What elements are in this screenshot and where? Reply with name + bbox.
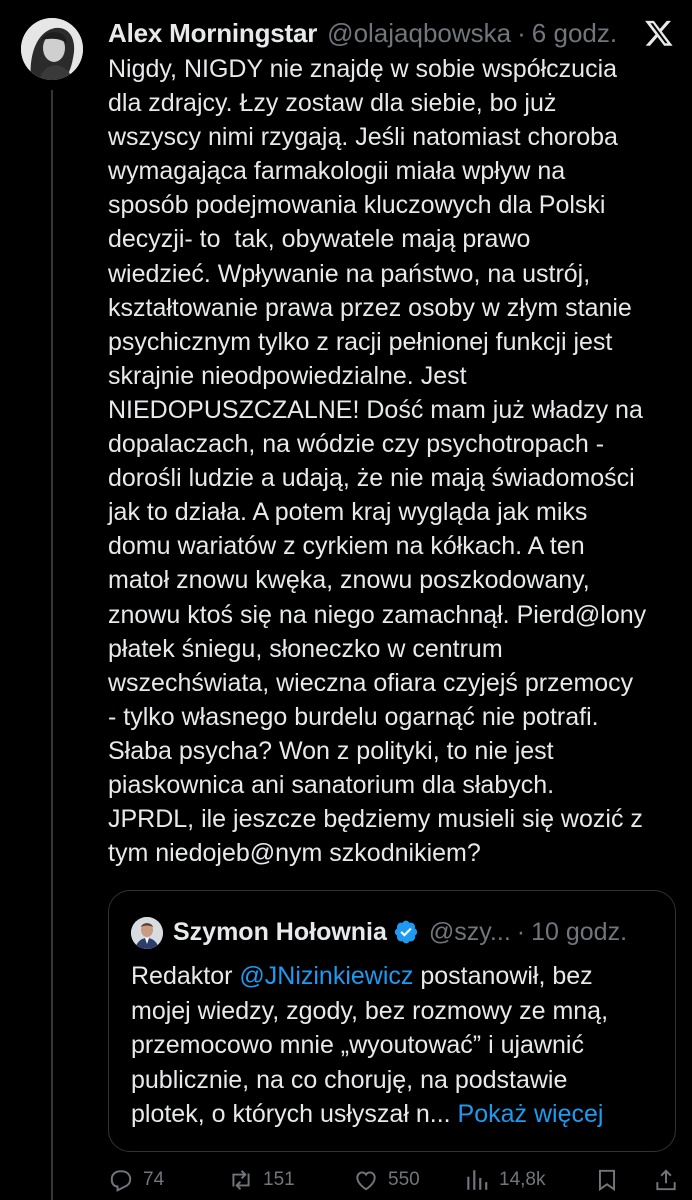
tweet-line: dorośli ludzie a udają, że nie mają świa… <box>108 464 635 493</box>
x-logo-icon[interactable] <box>643 18 675 48</box>
separator-dot: · <box>517 17 526 48</box>
heart-icon <box>356 1171 376 1191</box>
author-name[interactable]: Alex Morningstar <box>108 18 317 49</box>
quoted-tweet[interactable]: Szymon Hołownia @szy... · 10 godz. Redak… <box>108 890 676 1152</box>
quoted-text-segment: postanowił, bez <box>413 962 593 990</box>
action-bar: 74 151 550 14,8k <box>108 1163 678 1197</box>
repost-button[interactable]: 151 <box>228 1167 295 1193</box>
tweet-time[interactable]: 6 godz. <box>532 18 617 49</box>
tweet-line: matoł znowu kwęka, znowu poszkodowany, <box>108 566 590 595</box>
tweet-line: piaskownica ani sanatorium dla słabych. <box>108 770 555 799</box>
quoted-time[interactable]: 10 godz. <box>531 918 627 947</box>
thread-line <box>51 90 53 1200</box>
tweet-line: jak to działa. A potem kraj wygląda jak … <box>108 498 588 527</box>
show-more-link[interactable]: Pokaż więcej <box>458 1100 604 1128</box>
tweet-line: dla zdrajcy. Łzy zostaw dla siebie, bo j… <box>108 89 557 118</box>
reply-count: 74 <box>143 1169 165 1190</box>
quoted-line: mojej wiedzy, zgody, bez rozmowy ze mną, <box>131 996 609 1025</box>
bookmark-button[interactable] <box>594 1167 629 1193</box>
tweet-line: wiedzieć. Wpływanie na państwo, na ustró… <box>108 259 591 288</box>
tweet-line: Słaba psycha? Won z polityki, to nie jes… <box>108 736 554 765</box>
quoted-separator-dot: · <box>516 917 526 946</box>
tweet-line: wszyscy nimi rzygają. Jeśli natomiast ch… <box>108 123 618 152</box>
like-button[interactable]: 550 <box>353 1167 420 1193</box>
tweet-line: wymagająca farmakologii miała wpływ na <box>108 157 566 186</box>
tweet-line: decyzji- to tak, obywatele mają prawo <box>108 225 531 254</box>
quoted-header: Szymon Hołownia @szy... · 10 godz. <box>173 915 627 949</box>
share-icon <box>656 1169 676 1191</box>
tweet-line: Nigdy, NIGDY nie znajdę w sobie współczu… <box>108 55 618 83</box>
tweet-header: Alex Morningstar @olajaqbowska · 6 godz. <box>108 16 617 50</box>
tweet-line: domu wariatów z cyrkiem na kółkach. A te… <box>108 532 585 561</box>
quoted-text-segment: plotek, o których usłyszał n... <box>131 1100 451 1128</box>
quoted-text-segment: Redaktor <box>131 962 240 990</box>
quoted-text: Redaktor @JNizinkiewicz postanowił, bez … <box>131 959 661 1132</box>
quoted-author-avatar[interactable] <box>131 917 163 949</box>
author-handle[interactable]: @olajaqbowska <box>327 18 511 49</box>
tweet-line: JPRDL, ile jeszcze będziemy musieli się … <box>108 805 643 834</box>
tweet-line: sposób podejmowania kluczowych dla Polsk… <box>108 191 606 220</box>
reply-button[interactable]: 74 <box>108 1167 164 1193</box>
views-icon <box>467 1170 488 1190</box>
tweet-line: wszechświata, wieczna ofiara czyjejś prz… <box>108 668 634 697</box>
repost-icon <box>232 1170 250 1190</box>
mention-link[interactable]: @JNizinkiewicz <box>239 962 413 990</box>
quoted-line: przemocowo mnie „wyoutować” i ujawnić <box>131 1031 584 1059</box>
tweet-line: płatek śniegu, słoneczko w centrum <box>108 634 503 663</box>
bookmark-icon <box>598 1169 616 1192</box>
quoted-author-name[interactable]: Szymon Hołownia <box>173 918 387 947</box>
tweet-line: dopalaczach, na wódzie czy psychotropach… <box>108 430 605 459</box>
tweet-line: psychicznym tylko z racji pełnionej funk… <box>108 327 613 356</box>
tweet-line: kształtowanie prawa przez osoby w złym s… <box>108 293 632 322</box>
repost-count: 151 <box>263 1169 295 1190</box>
tweet-line: skrajnie nieodpowiedzialne. Jest <box>108 361 467 390</box>
quoted-line: publicznie, na co choruję, na podstawie <box>131 1065 568 1094</box>
author-avatar[interactable] <box>21 18 83 80</box>
quoted-line: Redaktor @JNizinkiewicz postanowił, bez <box>131 959 661 994</box>
reply-icon <box>110 1170 132 1192</box>
share-button[interactable] <box>653 1167 688 1193</box>
like-count: 550 <box>388 1169 420 1190</box>
tweet-line: tym niedojeb@nym szkodnikiem? <box>108 839 481 868</box>
verified-badge-icon <box>394 920 418 944</box>
tweet-line: - tylko własnego burdelu ogarnąć nie pot… <box>108 702 599 731</box>
quoted-line: plotek, o których usłyszał n... Pokaż wi… <box>131 1097 661 1132</box>
views-count: 14,8k <box>499 1169 546 1190</box>
tweet-line: znowu ktoś się na niego zamachnął. Pierd… <box>108 600 647 629</box>
tweet-line: NIEDOPUSZCZALNE! Dość mam już władzy na <box>108 395 643 424</box>
views-button[interactable]: 14,8k <box>464 1167 545 1193</box>
quoted-author-handle[interactable]: @szy... <box>429 918 511 947</box>
tweet-text: Nigdy, NIGDY nie znajdę w sobie współczu… <box>108 52 678 870</box>
